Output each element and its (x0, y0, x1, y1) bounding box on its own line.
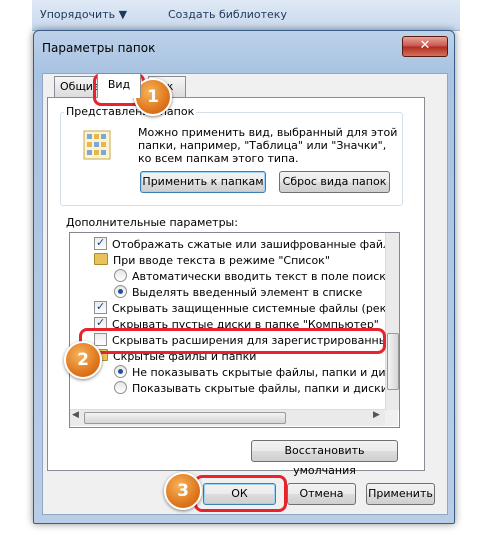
cancel-button[interactable]: Отмена (287, 483, 356, 505)
tab-view[interactable]: Вид (97, 73, 141, 98)
dialog-title: Параметры папок (42, 41, 156, 55)
list-item[interactable]: Отображать сжатые или зашифрованные файл… (94, 235, 399, 253)
folder-view-description-line1: Можно применить вид, выбранный для этой (138, 126, 398, 139)
apply-button[interactable]: Применить (366, 483, 435, 505)
radio-button[interactable] (114, 381, 127, 394)
checkbox[interactable] (94, 299, 107, 315)
list-item[interactable]: Показывать скрытые файлы, папки и диски (114, 381, 388, 397)
radio-button[interactable] (114, 285, 127, 298)
list-item[interactable]: Скрывать защищенные системные файлы (рек… (94, 299, 399, 317)
restore-defaults-button[interactable]: Восстановить умолчания (251, 440, 398, 477)
scroll-left-icon[interactable]: ◀ (72, 410, 79, 420)
list-item[interactable]: Выделять введенный элемент в списке (114, 285, 362, 301)
step-3-badge: 3 (164, 472, 202, 510)
step-2-badge: 2 (64, 341, 102, 379)
horizontal-scrollbar[interactable]: ◀ ▶ (70, 409, 385, 426)
radio-button[interactable] (114, 365, 127, 378)
highlight-ring-ok (194, 475, 287, 512)
vertical-scrollbar[interactable] (385, 233, 399, 410)
close-button[interactable]: ✕ (402, 36, 448, 57)
scroll-right-icon[interactable]: ▶ (373, 410, 380, 420)
close-icon: ✕ (419, 38, 431, 53)
folder-view-icon (83, 130, 111, 160)
explorer-toolbar-background: Упорядочить ▼ Создать библиотеку (32, 0, 460, 31)
folder-view-description-line2: папки, например, "Таблица" или "Значки", (138, 139, 387, 152)
scroll-thumb[interactable] (84, 412, 286, 424)
advanced-settings-label: Дополнительные параметры: (66, 216, 238, 229)
scroll-corner (385, 410, 398, 426)
folder-icon (94, 253, 108, 265)
checkbox[interactable] (94, 235, 107, 251)
radio-button[interactable] (114, 269, 127, 282)
organize-menu[interactable]: Упорядочить ▼ (40, 8, 127, 21)
list-item[interactable]: Автоматически вводить текст в поле поиск… (114, 269, 393, 285)
list-item[interactable]: Не показывать скрытые файлы, папки и дис… (114, 365, 399, 381)
folder-view-description-line3: ко всем папкам этого типа. (138, 152, 299, 165)
list-item: При вводе текста в режиме "Список" (94, 253, 330, 269)
highlight-ring-extensions (79, 328, 386, 354)
reset-folders-button[interactable]: Сброс вида папок (279, 171, 390, 193)
folder-view-group-label: Представление папок (64, 105, 197, 118)
apply-to-folders-button[interactable]: Применить к папкам (140, 171, 266, 193)
scroll-thumb[interactable] (387, 333, 399, 390)
new-library-button[interactable]: Создать библиотеку (168, 8, 287, 21)
